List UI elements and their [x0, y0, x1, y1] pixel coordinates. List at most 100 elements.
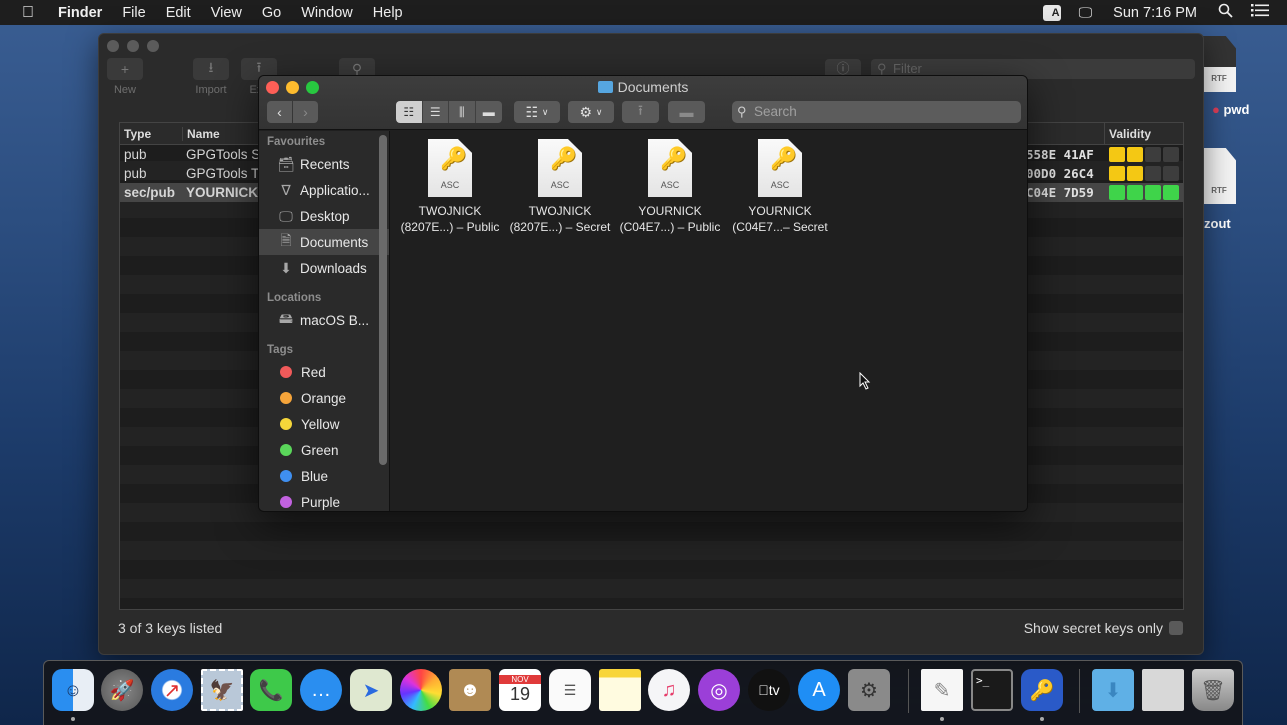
notification-center-icon[interactable] — [1242, 4, 1287, 21]
sidebar-item-recents[interactable]: 🗃 Recents — [259, 151, 389, 177]
sidebar-tag-yellow[interactable]: Yellow — [259, 411, 389, 437]
validity-segment — [1145, 185, 1161, 200]
tags-button[interactable]: ▬ — [668, 101, 705, 123]
zoom-button[interactable] — [147, 40, 159, 52]
sidebar-item-documents[interactable]: 🗎 Documents — [259, 229, 389, 255]
dock-podcasts-icon[interactable]: ◎ — [698, 669, 740, 711]
validity-meter — [1109, 147, 1179, 162]
sidebar-item-applications[interactable]: ∇ Applicatio... — [259, 177, 389, 203]
dock-contacts-icon[interactable]: ☻ — [449, 669, 491, 711]
validity-segment — [1145, 166, 1161, 181]
desktop-file-pwd[interactable]: RTF ● pwd — [1202, 36, 1249, 117]
dock-reminders-icon[interactable]: ☰ — [549, 669, 591, 711]
file-item[interactable]: 🔑 ASC YOURNICK (C04E7...– Secret — [725, 139, 835, 235]
sidebar-item-macos-disk[interactable]: 🖴 macOS B... — [259, 307, 389, 333]
sidebar-tag-red[interactable]: Red — [259, 359, 389, 385]
dock-messages-icon[interactable]: … — [300, 669, 342, 711]
keys-icon: 🔑 — [660, 146, 688, 171]
validity-segment — [1109, 185, 1125, 200]
sidebar-item-downloads[interactable]: ⬇ Downloads — [259, 255, 389, 281]
info-icon: ⓘ — [836, 61, 850, 76]
share-icon: ⭱ — [638, 102, 643, 118]
file-item[interactable]: 🔑 ASC TWOJNICK (8207E...) – Public — [395, 139, 505, 235]
dock-launchpad-icon[interactable]: 🚀 — [101, 669, 143, 711]
dock-tv-icon[interactable]: tv — [748, 669, 790, 711]
gallery-view-button[interactable]: ▬ — [475, 101, 502, 123]
file-name-line1: TWOJNICK — [418, 204, 482, 218]
secret-only-checkbox[interactable] — [1169, 621, 1183, 635]
key-fingerprint: 558E 41AF — [1026, 147, 1094, 162]
key-type: pub — [124, 147, 147, 162]
documents-icon: 🗎 — [280, 232, 292, 248]
validity-segment — [1163, 147, 1179, 162]
columns-icon: ⫼ — [458, 104, 465, 119]
search-input[interactable]: ⚲ Search — [732, 101, 1021, 123]
apple-menu-icon[interactable]:  — [0, 4, 48, 22]
clock[interactable]: Sun 7:16 PM — [1101, 5, 1209, 21]
finder-window[interactable]: Documents ‹ › ☷ ☰ ⫼ ▬ ☷ ∨ ⚙ ∨ ⭱ ▬ ⚲ Sear… — [258, 75, 1028, 512]
action-button[interactable]: ⚙ ∨ — [568, 101, 614, 123]
column-validity[interactable]: Validity — [1104, 122, 1151, 145]
dock-notes-icon[interactable] — [599, 669, 641, 711]
recents-icon: 🗃 — [277, 155, 295, 172]
sidebar-item-desktop[interactable]: 🖵 Desktop — [259, 203, 389, 229]
key-type: pub — [124, 166, 147, 181]
show-secret-keys-toggle[interactable]: Show secret keys only — [1024, 620, 1183, 636]
file-item[interactable]: 🔑 ASC TWOJNICK (8207E...) – Secret — [505, 139, 615, 235]
chevron-right-icon: › — [303, 104, 308, 120]
asc-key-file-icon: 🔑 ASC — [758, 139, 802, 197]
dock-app-store-icon[interactable]: A — [798, 669, 840, 711]
dock-terminal-icon[interactable]: >_ — [971, 669, 1013, 711]
dock-finder-icon[interactable]: ☺ — [52, 669, 94, 711]
spotlight-icon[interactable] — [1209, 3, 1242, 22]
menu-finder[interactable]: Finder — [48, 5, 112, 21]
asc-key-file-icon: 🔑 ASC — [538, 139, 582, 197]
sidebar-tag-blue[interactable]: Blue — [259, 463, 389, 489]
dock-photos-icon[interactable] — [400, 669, 442, 711]
dock-system-preferences-icon[interactable]: ⚙ — [848, 669, 890, 711]
section-favourites: Favourites — [267, 136, 326, 148]
close-button[interactable] — [107, 40, 119, 52]
dock-mail-icon[interactable]: 🦅 — [201, 669, 243, 711]
rtf-file-icon: RTF — [1202, 36, 1236, 92]
dock-facetime-icon[interactable]: 📞 — [250, 669, 292, 711]
sidebar-tag-orange[interactable]: Orange — [259, 385, 389, 411]
menu-edit[interactable]: Edit — [156, 5, 201, 21]
forward-button[interactable]: › — [293, 101, 318, 123]
share-button[interactable]: ⭱ — [622, 101, 659, 123]
import-button[interactable]: ⭳ Import — [191, 58, 231, 96]
dock-screenshots-stack-icon[interactable] — [1142, 669, 1184, 711]
dock-separator — [1079, 669, 1080, 713]
column-type[interactable]: Type — [120, 127, 182, 141]
dock-safari-icon[interactable]: ↗ — [151, 669, 193, 711]
menu-go[interactable]: Go — [252, 5, 291, 21]
sidebar-tag-green[interactable]: Green — [259, 437, 389, 463]
minimize-button[interactable] — [127, 40, 139, 52]
back-button[interactable]: ‹ — [267, 101, 292, 123]
dock-gpg-keychain-icon[interactable]: 🔑 — [1021, 669, 1063, 711]
column-view-button[interactable]: ⫼ — [449, 101, 476, 123]
sidebar-tag-purple[interactable]: Purple — [259, 489, 389, 511]
desktop-file-label: pwd — [1223, 102, 1250, 117]
dock-calendar-icon[interactable]: NOV 19 — [499, 669, 541, 711]
menu-view[interactable]: View — [201, 5, 252, 21]
sidebar-scrollbar[interactable] — [379, 135, 387, 465]
dock-maps-icon[interactable]: ➤ — [350, 669, 392, 711]
desktop-file-zout[interactable]: RTF zout — [1202, 148, 1236, 231]
new-key-button[interactable]: + New — [105, 58, 145, 96]
menu-window[interactable]: Window — [291, 5, 363, 21]
icon-view-button[interactable]: ☷ — [396, 101, 423, 123]
list-view-button[interactable]: ☰ — [422, 101, 449, 123]
dock-textedit-icon[interactable]: ✎ — [921, 669, 963, 711]
file-item[interactable]: 🔑 ASC YOURNICK (C04E7...) – Public — [615, 139, 725, 235]
menu-file[interactable]: File — [112, 5, 155, 21]
dock-trash-icon[interactable]: 🗑 — [1192, 669, 1234, 711]
dock-downloads-folder-icon[interactable]: ⬇ — [1092, 669, 1134, 711]
display-mirroring-icon[interactable]: 🖵 — [1070, 4, 1102, 21]
validity-segment — [1127, 185, 1143, 200]
group-by-button[interactable]: ☷ ∨ — [514, 101, 560, 123]
dock-music-icon[interactable]: ♫ — [648, 669, 690, 711]
key-fingerprint: 00D0 26C4 — [1026, 166, 1094, 181]
menu-help[interactable]: Help — [363, 5, 413, 21]
input-source-icon[interactable]: A — [1034, 4, 1070, 21]
